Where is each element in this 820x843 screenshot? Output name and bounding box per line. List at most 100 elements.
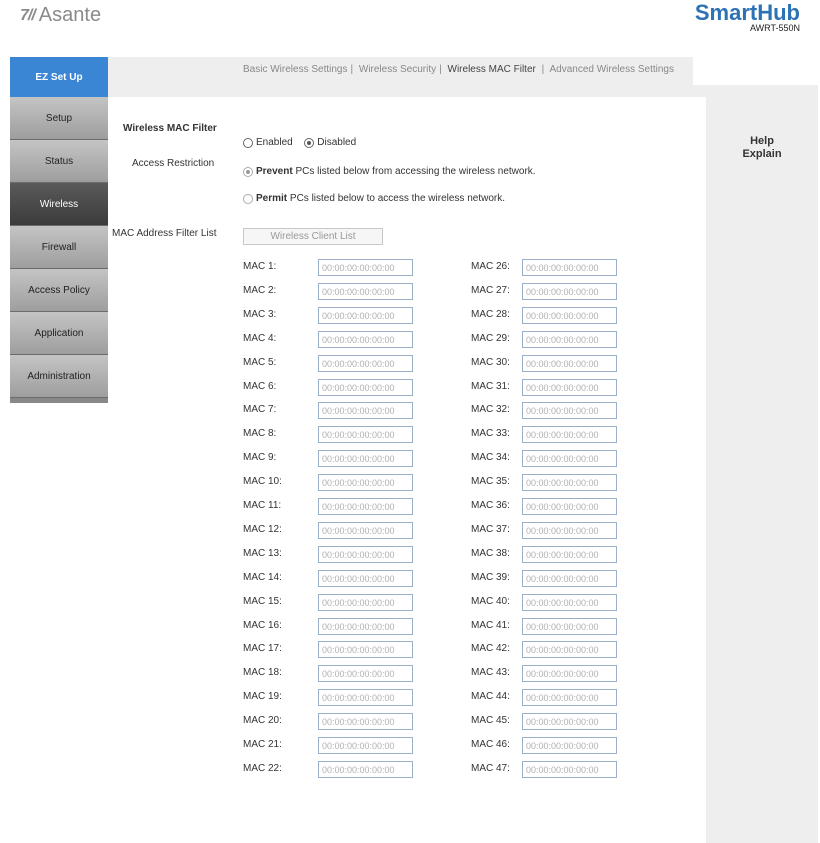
mac-label: MAC 13: <box>243 548 282 559</box>
prevent-text: PCs listed below from accessing the wire… <box>292 166 536 177</box>
mac-address-input[interactable] <box>522 665 617 682</box>
prevent-radio[interactable] <box>243 166 253 177</box>
enabled-radio[interactable] <box>243 137 253 148</box>
mac-label: MAC 22: <box>243 763 282 774</box>
mac-label: MAC 9: <box>243 452 277 463</box>
asante-logo-text: Asante <box>38 4 102 26</box>
mac-label: MAC 8: <box>243 428 277 439</box>
mac-address-input[interactable] <box>522 570 617 587</box>
sidebar-item-firewall[interactable]: Firewall <box>10 226 108 269</box>
sidebar-item-access-policy[interactable]: Access Policy <box>10 269 108 312</box>
help-label[interactable]: Help <box>706 135 818 148</box>
mac-label: MAC 17: <box>243 643 282 654</box>
mac-address-input[interactable] <box>318 689 413 706</box>
mac-address-input[interactable] <box>318 402 413 419</box>
mac-address-input[interactable] <box>318 307 413 324</box>
explain-label: Explain <box>742 148 782 160</box>
mac-address-input[interactable] <box>318 283 413 300</box>
sidebar-item-wireless[interactable]: Wireless <box>10 183 108 226</box>
mac-address-input[interactable] <box>318 331 413 348</box>
mac-label: MAC 4: <box>243 333 277 344</box>
mac-address-input[interactable] <box>522 546 617 563</box>
mac-address-input[interactable] <box>522 737 617 754</box>
smarthub-logo: SmartHub AWRT-550N <box>695 2 800 34</box>
mac-address-input[interactable] <box>318 355 413 372</box>
mac-address-input[interactable] <box>318 546 413 563</box>
mac-address-input[interactable] <box>522 307 617 324</box>
mac-address-input[interactable] <box>522 450 617 467</box>
subnav-wireless-mac-filter[interactable]: Wireless MAC Filter <box>448 64 536 75</box>
mac-address-input[interactable] <box>318 594 413 611</box>
mac-label: MAC 41: <box>471 620 510 631</box>
mac-label: MAC 43: <box>471 667 510 678</box>
permit-option: Permit PCs listed below to access the wi… <box>243 193 505 204</box>
mac-address-input[interactable] <box>318 570 413 587</box>
mac-address-input[interactable] <box>318 450 413 467</box>
mac-address-input[interactable] <box>522 426 617 443</box>
enabled-label: Enabled <box>256 137 293 148</box>
mac-address-input[interactable] <box>522 259 617 276</box>
mac-address-input[interactable] <box>522 522 617 539</box>
mac-address-input[interactable] <box>318 641 413 658</box>
mac-label: MAC 7: <box>243 404 277 415</box>
wireless-client-list-button[interactable]: Wireless Client List <box>243 228 383 245</box>
mac-label: MAC 29: <box>471 333 510 344</box>
mac-address-input[interactable] <box>318 665 413 682</box>
mac-address-input[interactable] <box>318 498 413 515</box>
permit-radio[interactable] <box>243 193 253 204</box>
asante-logo: 7// Asante <box>20 4 101 27</box>
mac-label: MAC 12: <box>243 524 282 535</box>
mac-address-input[interactable] <box>522 283 617 300</box>
mac-label: MAC 14: <box>243 572 282 583</box>
mac-address-input[interactable] <box>522 761 617 778</box>
mac-address-input[interactable] <box>318 379 413 396</box>
mac-label: MAC 27: <box>471 285 510 296</box>
mac-address-input[interactable] <box>318 618 413 635</box>
mac-label: MAC 10: <box>243 476 282 487</box>
mac-address-input[interactable] <box>522 402 617 419</box>
mac-address-input[interactable] <box>522 713 617 730</box>
mac-label: MAC 2: <box>243 285 277 296</box>
mac-address-input[interactable] <box>318 474 413 491</box>
mac-address-input[interactable] <box>522 689 617 706</box>
subnav-basic-wireless[interactable]: Basic Wireless Settings <box>243 64 347 75</box>
mac-address-input[interactable] <box>318 761 413 778</box>
sidebar-item-administration[interactable]: Administration <box>10 355 108 398</box>
mac-label: MAC 45: <box>471 715 510 726</box>
mac-label: MAC 33: <box>471 428 510 439</box>
sidebar-item-setup[interactable]: Setup <box>10 97 108 140</box>
ez-setup-button[interactable]: EZ Set Up <box>10 57 108 97</box>
mac-address-input[interactable] <box>522 379 617 396</box>
mac-label: MAC 21: <box>243 739 282 750</box>
mac-address-input[interactable] <box>318 713 413 730</box>
wireless-subnav: Basic Wireless Settings | Wireless Securi… <box>243 64 674 75</box>
mac-address-input[interactable] <box>522 594 617 611</box>
mac-label: MAC 37: <box>471 524 510 535</box>
mac-label: MAC 38: <box>471 548 510 559</box>
mac-address-input[interactable] <box>318 259 413 276</box>
sidebar-item-status[interactable]: Status <box>10 140 108 183</box>
subnav-wireless-security[interactable]: Wireless Security <box>359 64 436 75</box>
help-explain-text: Help Explain <box>706 135 818 161</box>
main-sidebar: Setup Status Wireless Firewall Access Po… <box>10 97 108 403</box>
mac-address-input[interactable] <box>318 426 413 443</box>
top-nav-spacer <box>693 57 818 85</box>
disabled-radio[interactable] <box>304 137 315 148</box>
mac-label: MAC 5: <box>243 357 277 368</box>
mac-address-input[interactable] <box>522 474 617 491</box>
mac-label: MAC 16: <box>243 620 282 631</box>
mac-address-input[interactable] <box>318 737 413 754</box>
subnav-advanced-wireless[interactable]: Advanced Wireless Settings <box>549 64 674 75</box>
sidebar-item-application[interactable]: Application <box>10 312 108 355</box>
mac-address-input[interactable] <box>522 355 617 372</box>
mac-label: MAC 30: <box>471 357 510 368</box>
mac-label: MAC 3: <box>243 309 277 320</box>
mac-address-input[interactable] <box>522 331 617 348</box>
mac-filter-radio-group: Enabled Disabled <box>243 137 356 148</box>
mac-address-input[interactable] <box>522 498 617 515</box>
mac-label: MAC 15: <box>243 596 282 607</box>
mac-address-input[interactable] <box>522 641 617 658</box>
mac-address-input[interactable] <box>318 522 413 539</box>
mac-label: MAC 26: <box>471 261 510 272</box>
mac-address-input[interactable] <box>522 618 617 635</box>
